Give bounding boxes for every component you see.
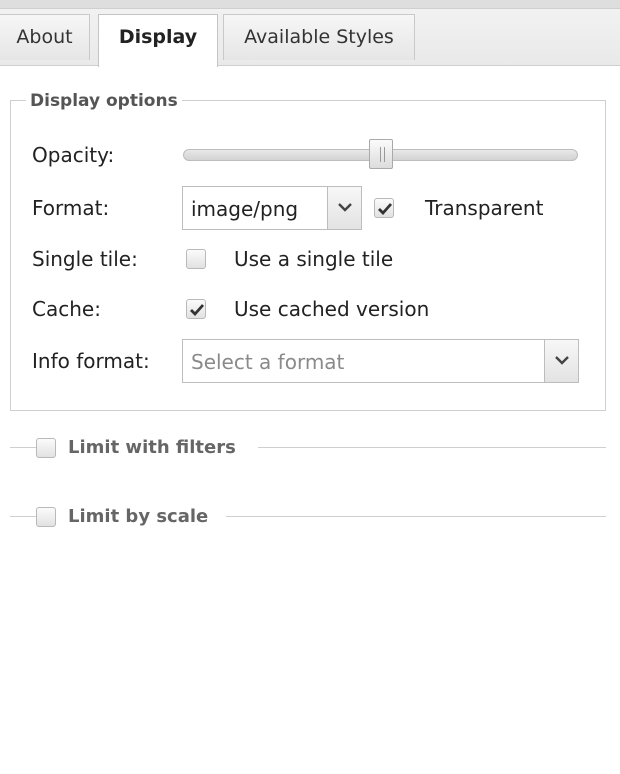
opacity-slider-thumb[interactable] [368, 139, 393, 169]
limit-filters-checkbox[interactable] [36, 438, 56, 458]
info-format-label: Info format: [32, 349, 150, 373]
info-format-combobox[interactable]: Select a format [182, 339, 579, 383]
info-format-placeholder: Select a format [191, 350, 345, 374]
tab-about[interactable]: About [0, 14, 90, 60]
format-value: image/png [191, 197, 299, 221]
chevron-down-icon [555, 356, 569, 365]
single-tile-label: Single tile: [32, 247, 138, 271]
tab-available-styles[interactable]: Available Styles [223, 14, 415, 60]
format-dropdown-trigger[interactable] [327, 187, 361, 229]
cache-checkbox[interactable] [186, 299, 206, 319]
limit-scale-header[interactable]: Limit by scale [36, 502, 226, 532]
format-combobox[interactable]: image/png [182, 186, 362, 230]
cache-label: Cache: [32, 297, 101, 321]
opacity-label: Opacity: [32, 143, 115, 167]
limit-scale-checkbox[interactable] [36, 507, 56, 527]
single-tile-checkbox[interactable] [186, 249, 206, 269]
limit-filters-header[interactable]: Limit with filters [36, 433, 258, 463]
single-tile-option-label: Use a single tile [234, 247, 394, 271]
checkmark-icon [378, 203, 393, 216]
cache-option-label: Use cached version [234, 297, 430, 321]
tab-strip: About Display Available Styles [0, 0, 620, 67]
format-label: Format: [32, 196, 110, 220]
limit-scale-title: Limit by scale [68, 506, 209, 527]
chevron-down-icon [338, 203, 352, 212]
limit-filters-title: Limit with filters [68, 437, 236, 458]
info-format-dropdown-trigger[interactable] [544, 340, 578, 382]
tab-display[interactable]: Display [98, 14, 218, 67]
display-options-legend: Display options [26, 88, 182, 114]
transparent-label: Transparent [425, 196, 544, 220]
layer-properties-panel: About Display Available Styles Display o… [0, 0, 620, 774]
tab-strip-top-border [0, 0, 620, 9]
transparent-checkbox[interactable] [374, 198, 394, 218]
checkmark-icon [190, 304, 205, 317]
